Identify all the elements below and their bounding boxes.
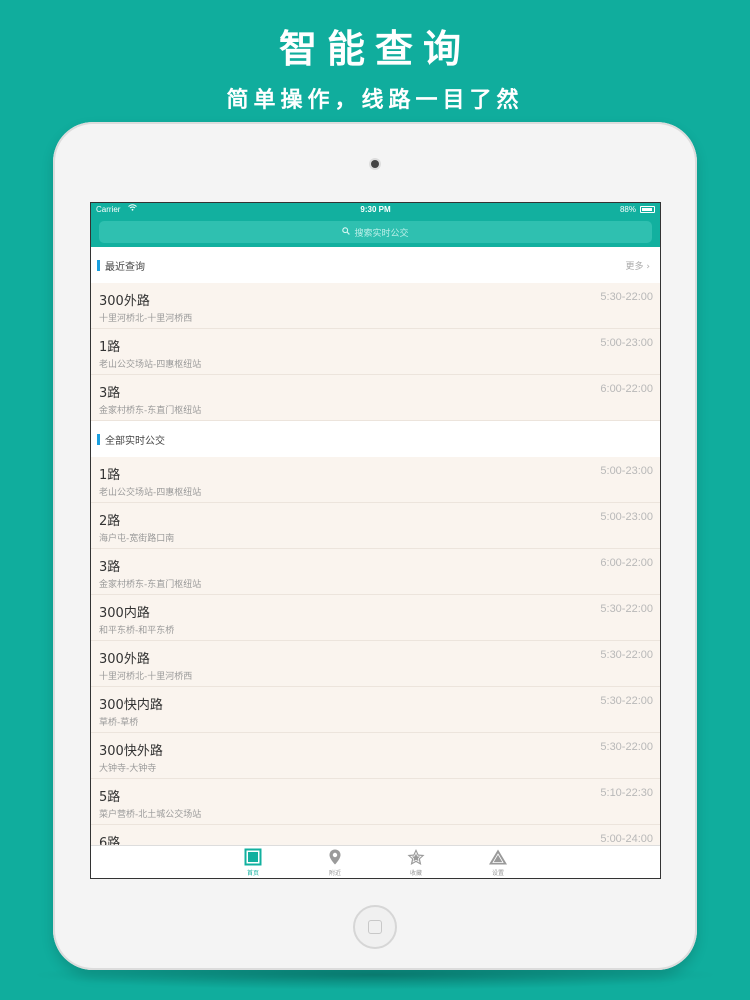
location-pin-icon <box>315 848 355 866</box>
tab-nearby[interactable]: 附近 <box>315 848 355 877</box>
tab-favorites[interactable]: 收藏 <box>396 848 436 877</box>
route-hours: 5:30-22:00 <box>600 291 653 303</box>
route-list[interactable]: 最近查询 更多 › 300外路 十里河桥北-十里河桥西 5:30-22:00 1路 老山… <box>91 247 660 845</box>
route-name: 300外路 <box>99 294 150 309</box>
route-stops: 老山公交场站-四惠枢纽站 <box>99 360 202 370</box>
route-hours: 5:30-22:00 <box>600 695 653 707</box>
route-hours: 5:00-24:00 <box>600 833 653 845</box>
route-name: 2路 <box>99 514 121 529</box>
route-name: 3路 <box>99 560 121 575</box>
tab-bar: 首页 附近 收藏 设置 <box>91 845 660 878</box>
more-button[interactable]: 更多 › <box>626 259 650 272</box>
camera-dot <box>371 160 379 168</box>
route-stops: 十里河桥北-十里河桥西 <box>99 314 193 324</box>
star-icon <box>396 848 436 866</box>
route-stops: 金家村桥东-东直门枢纽站 <box>99 406 202 416</box>
search-icon <box>342 226 351 238</box>
tab-label: 设置 <box>491 870 504 877</box>
route-name: 300外路 <box>99 652 150 667</box>
route-row[interactable]: 300快内路草桥-草桥 5:30-22:00 <box>91 687 660 733</box>
route-hours: 5:30-22:00 <box>600 603 653 615</box>
route-row[interactable]: 1路老山公交场站-四惠枢纽站 5:00-23:00 <box>91 329 660 375</box>
tab-label: 附近 <box>328 870 341 877</box>
route-row[interactable]: 1路老山公交场站-四惠枢纽站 5:00-23:00 <box>91 457 660 503</box>
more-label: 更多 <box>625 261 644 272</box>
route-stops: 和平东桥-和平东桥 <box>99 626 175 636</box>
route-row[interactable]: 3路金家村桥东-东直门枢纽站 6:00-22:00 <box>91 375 660 421</box>
route-hours: 5:30-22:00 <box>600 741 653 753</box>
route-hours: 6:00-22:00 <box>600 557 653 569</box>
route-stops: 海户屯-宽街路口南 <box>99 534 175 544</box>
ipad-frame: Carrier 9:30 PM 88% 搜索实时公交 最近查询 更多 › 300 <box>53 122 697 970</box>
home-button[interactable] <box>353 905 397 949</box>
route-hours: 6:00-22:00 <box>600 383 653 395</box>
settings-triangle-icon <box>478 848 518 866</box>
promo-title: 智能查询 <box>278 27 471 71</box>
all-routes: 1路老山公交场站-四惠枢纽站 5:00-23:00 2路海户屯-宽街路口南 5:00-… <box>91 457 660 845</box>
chevron-right-icon: › <box>643 261 650 272</box>
route-name: 300内路 <box>99 606 150 621</box>
route-stops: 老山公交场站-四惠枢纽站 <box>99 488 202 498</box>
section-recent: 最近查询 更多 › <box>91 247 660 283</box>
route-row[interactable]: 300快外路大钟寺-大钟寺 5:30-22:00 <box>91 733 660 779</box>
section-title-all: 全部实时公交 <box>105 435 165 447</box>
app-screen: Carrier 9:30 PM 88% 搜索实时公交 最近查询 更多 › 300 <box>90 202 661 879</box>
battery-icon <box>640 206 655 213</box>
search-placeholder: 搜索实时公交 <box>354 228 409 239</box>
status-time: 9:30 PM <box>360 205 391 214</box>
promo-subtitle: 简单操作，线路一目了然 <box>226 88 524 113</box>
status-bar: Carrier 9:30 PM 88% <box>91 203 660 217</box>
home-square-icon <box>233 848 273 866</box>
tab-settings[interactable]: 设置 <box>478 848 518 877</box>
nav-bar: 搜索实时公交 <box>91 217 660 247</box>
route-row[interactable]: 300外路十里河桥北-十里河桥西 5:30-22:00 <box>91 283 660 329</box>
route-name: 1路 <box>99 340 121 355</box>
section-all: 全部实时公交 <box>91 421 660 457</box>
route-row[interactable]: 2路海户屯-宽街路口南 5:00-23:00 <box>91 503 660 549</box>
section-marker <box>97 260 100 271</box>
route-row[interactable]: 300外路十里河桥北-十里河桥西 5:30-22:00 <box>91 641 660 687</box>
route-name: 300快外路 <box>99 744 163 759</box>
route-row[interactable]: 6路 5:00-24:00 <box>91 825 660 845</box>
search-input[interactable]: 搜索实时公交 <box>99 221 652 243</box>
route-stops: 菜户营桥-北土城公交场站 <box>99 810 202 820</box>
route-stops: 金家村桥东-东直门枢纽站 <box>99 580 202 590</box>
route-hours: 5:10-22:30 <box>600 787 653 799</box>
route-name: 3路 <box>99 386 121 401</box>
route-name: 5路 <box>99 790 121 805</box>
section-marker <box>97 434 100 445</box>
route-name: 300快内路 <box>99 698 163 713</box>
route-row[interactable]: 3路金家村桥东-东直门枢纽站 6:00-22:00 <box>91 549 660 595</box>
route-stops: 草桥-草桥 <box>99 718 139 728</box>
route-hours: 5:00-23:00 <box>600 511 653 523</box>
route-stops: 大钟寺-大钟寺 <box>99 764 157 774</box>
section-title-recent: 最近查询 <box>105 261 145 273</box>
tab-label: 收藏 <box>409 870 422 877</box>
route-hours: 5:30-22:00 <box>600 649 653 661</box>
tab-label: 首页 <box>246 870 259 877</box>
route-name: 1路 <box>99 468 121 483</box>
route-row[interactable]: 5路菜户营桥-北土城公交场站 5:10-22:30 <box>91 779 660 825</box>
battery-percent: 88% <box>619 205 636 214</box>
recent-routes: 300外路十里河桥北-十里河桥西 5:30-22:00 1路老山公交场站-四惠枢纽站… <box>91 283 660 421</box>
route-stops: 十里河桥北-十里河桥西 <box>99 672 193 682</box>
tab-home[interactable]: 首页 <box>233 848 273 877</box>
route-name: 6路 <box>99 836 121 845</box>
home-button-square <box>368 920 382 934</box>
route-hours: 5:00-23:00 <box>600 337 653 349</box>
route-row[interactable]: 300内路和平东桥-和平东桥 5:30-22:00 <box>91 595 660 641</box>
route-hours: 5:00-23:00 <box>600 465 653 477</box>
